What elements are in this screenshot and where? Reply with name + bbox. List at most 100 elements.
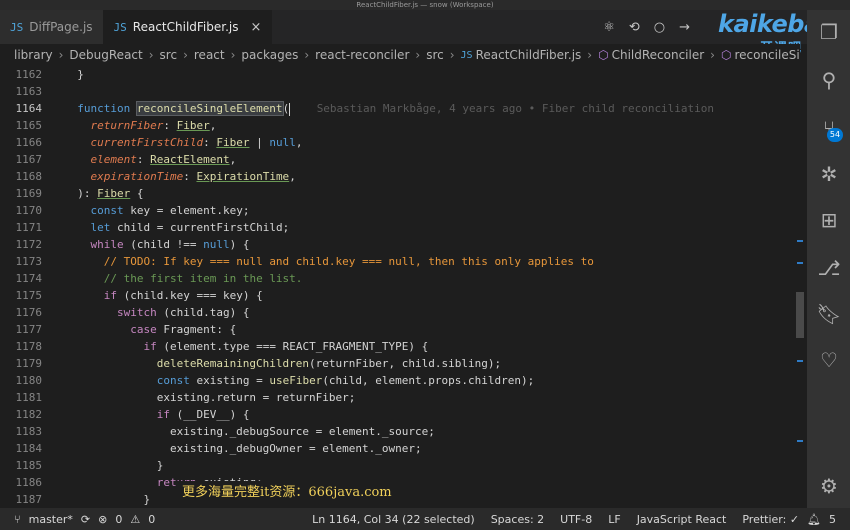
js-file-icon: JS	[10, 20, 24, 34]
breadcrumb-item[interactable]: react-reconciler	[315, 48, 409, 62]
code-line: if (element.type === REACT_FRAGMENT_TYPE…	[143, 340, 429, 353]
breadcrumb-item[interactable]: react	[194, 48, 225, 62]
chevron-right-icon: ›	[415, 48, 421, 62]
tab-reactchildfiber[interactable]: JS ReactChildFiber.js ×	[103, 10, 273, 44]
code-line: expirationTime: ExpirationTime,	[90, 170, 296, 183]
breadcrumb-symbol[interactable]: reconcileSingleElement	[734, 48, 800, 62]
status-warnings[interactable]: 0	[148, 513, 155, 526]
code-line: }	[64, 493, 151, 506]
code-line: const key = element.key;	[90, 204, 250, 217]
ruler-mark	[797, 240, 803, 242]
line-number: 1183	[15, 425, 43, 438]
code-line: existing._debugSource = element._source;	[64, 425, 435, 438]
chevron-right-icon: ›	[58, 48, 64, 62]
code-line: case Fragment: {	[130, 323, 237, 336]
editor-actions: ⚛ ⟲ ○ →	[603, 10, 690, 44]
code-line: returnFiber: Fiber,	[90, 119, 217, 132]
code-line: }	[64, 68, 84, 81]
bookmark-icon[interactable]: 🔖︎	[815, 300, 843, 328]
breadcrumb-symbol[interactable]: ChildReconciler	[612, 48, 705, 62]
line-number: 1166	[15, 136, 43, 149]
chevron-right-icon: ›	[183, 48, 188, 62]
debug-icon[interactable]: ✲	[815, 160, 843, 188]
breadcrumb-item[interactable]: DebugReact	[69, 48, 142, 62]
chevron-right-icon: ›	[148, 48, 154, 62]
breadcrumb-file[interactable]: ReactChildFiber.js	[476, 48, 582, 62]
tab-label: DiffPage.js	[29, 20, 93, 34]
breadcrumb-item[interactable]: src	[160, 48, 178, 62]
scm-badge: 54	[827, 128, 843, 142]
line-number: 1174	[15, 272, 43, 285]
git-blame-annotation: Sebastian Markbåge, 4 years ago • Fiber …	[316, 102, 715, 115]
status-position[interactable]: Ln 1164, Col 34 (22 selected)	[312, 513, 475, 526]
selected-text: reconcileSingleElement	[135, 101, 284, 116]
line-number: 1187	[15, 493, 43, 506]
tab-diffpage[interactable]: JS DiffPage.js	[0, 10, 104, 44]
line-number: 1169	[15, 187, 43, 200]
code-line: ): Fiber {	[64, 187, 144, 200]
search-icon[interactable]: ⚲	[815, 66, 843, 94]
bell-icon[interactable]: 🔔︎	[807, 513, 821, 526]
window-title: ReactChildFiber.js — snow (Workspace)	[0, 0, 850, 10]
code-line: currentFirstChild: Fiber | null,	[90, 136, 303, 149]
go-forward-icon[interactable]: →	[679, 20, 690, 35]
go-back-icon[interactable]: ⟲	[629, 20, 640, 35]
status-language[interactable]: JavaScript React	[637, 513, 727, 526]
symbol-method-icon: ⬡	[720, 48, 732, 62]
sync-icon[interactable]: ⟳	[81, 513, 90, 526]
status-branch[interactable]: master*	[29, 513, 73, 526]
line-number: 1167	[15, 153, 43, 166]
dot-icon[interactable]: ○	[654, 20, 665, 35]
files-icon[interactable]: ❐	[815, 18, 843, 46]
gear-icon[interactable]: ⚙	[815, 472, 843, 500]
ruler-mark	[797, 440, 803, 442]
symbol-class-icon: ⬡	[598, 48, 609, 62]
code-line: switch (child.tag) {	[116, 306, 250, 319]
status-spaces[interactable]: Spaces: 2	[491, 513, 544, 526]
code-line: }	[64, 459, 164, 472]
brand-word: kaikeba	[718, 10, 820, 38]
breadcrumb-item[interactable]: library	[14, 48, 53, 62]
line-number: 1177	[15, 323, 43, 336]
line-number: 1173	[15, 255, 43, 268]
code-lines[interactable]: } function reconcileSingleElement( Sebas…	[64, 66, 793, 508]
line-number: 1170	[15, 204, 43, 217]
text-cursor	[289, 102, 291, 116]
line-number: 1186	[15, 476, 43, 489]
line-number: 1184	[15, 442, 43, 455]
code-editor[interactable]: 1162 1163 1164 1165 1166 1167 1168 1169 …	[0, 66, 793, 508]
line-number: 1180	[15, 374, 43, 387]
line-number: 1179	[15, 357, 43, 370]
status-notifications[interactable]: 5	[829, 513, 836, 526]
line-number: 1176	[15, 306, 43, 319]
extensions-icon[interactable]: ⊞	[815, 206, 843, 234]
breadcrumb-item[interactable]: src	[426, 48, 444, 62]
status-bar: ⑂ master* ⟳ ⊗ 0 ⚠ 0 Ln 1164, Col 34 (22 …	[0, 508, 850, 530]
scrollbar-thumb[interactable]	[796, 292, 804, 338]
breadcrumb-item[interactable]: packages	[241, 48, 298, 62]
chevron-right-icon: ›	[587, 48, 593, 62]
js-file-icon: JS	[113, 20, 127, 34]
code-line: return existing;	[64, 474, 793, 491]
code-line: function reconcileSingleElement( Sebasti…	[77, 101, 715, 116]
code-line: existing.return = returnFiber;	[64, 391, 356, 404]
chevron-right-icon: ›	[230, 48, 236, 62]
react-icon[interactable]: ⚛	[603, 20, 615, 35]
heart-icon[interactable]: ♡	[815, 346, 843, 374]
code-line: deleteRemainingChildren(returnFiber, chi…	[156, 357, 502, 370]
git-graph-icon[interactable]: ⎇	[815, 254, 843, 282]
line-number: 1162	[15, 68, 43, 81]
code-line: element: ReactElement,	[90, 153, 237, 166]
close-icon[interactable]: ×	[251, 20, 262, 35]
status-encoding[interactable]: UTF-8	[560, 513, 592, 526]
line-number: 1172	[15, 238, 43, 251]
code-line: while (child !== null) {	[90, 238, 250, 251]
status-prettier[interactable]: Prettier: ✓	[742, 513, 799, 526]
status-errors[interactable]: 0	[115, 513, 122, 526]
status-eol[interactable]: LF	[608, 513, 620, 526]
line-number: 1175	[15, 289, 43, 302]
error-icon: ⊗	[98, 512, 108, 526]
line-number: 1164	[15, 102, 43, 115]
overview-ruler[interactable]	[793, 66, 807, 508]
line-number: 1182	[15, 408, 43, 421]
